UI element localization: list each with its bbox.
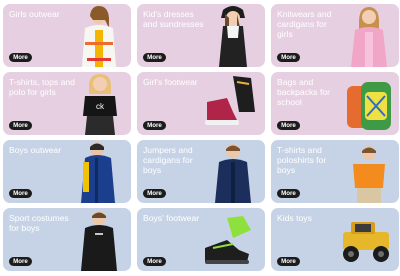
category-title: Sport costumes for boys [9, 213, 69, 233]
category-title: Girls outwear [9, 9, 60, 19]
more-button[interactable]: More [277, 189, 300, 198]
category-card-knitwear-girls[interactable]: Knitwears and cardigans for girls More [271, 4, 399, 67]
more-button[interactable]: More [277, 121, 300, 130]
svg-text:ck: ck [96, 102, 105, 111]
category-card-sport-costumes[interactable]: Sport costumes for boys More [3, 208, 131, 271]
category-title: Boys outwear [9, 145, 62, 155]
category-title: T-shirts and poloshirts for boys [277, 145, 327, 175]
category-title: Boys' footwear [143, 213, 200, 223]
more-button[interactable]: More [143, 189, 166, 198]
more-button[interactable]: More [9, 257, 32, 266]
category-title: Girl's footwear [143, 77, 198, 87]
category-title: Jumpers and cardigans for boys [143, 145, 193, 175]
category-card-tshirts-girls[interactable]: T-shirts, tops and polo for girls More c… [3, 72, 131, 135]
more-button[interactable]: More [143, 53, 166, 62]
category-title: Knitwears and cardigans for girls [277, 9, 332, 39]
category-title: T-shirts, tops and polo for girls [9, 77, 75, 97]
more-button[interactable]: More [9, 53, 32, 62]
category-title: Kid's dresses and sundresses [143, 9, 204, 29]
more-button[interactable]: More [9, 189, 32, 198]
more-button[interactable]: More [277, 257, 300, 266]
category-card-girls-footwear[interactable]: Girl's footwear More [137, 72, 265, 135]
category-card-boys-footwear[interactable]: Boys' footwear More [137, 208, 265, 271]
more-button[interactable]: More [143, 257, 166, 266]
category-card-jumpers-boys[interactable]: Jumpers and cardigans for boys More [137, 140, 265, 203]
category-card-boys-outwear[interactable]: Boys outwear More [3, 140, 131, 203]
category-card-kids-dresses[interactable]: Kid's dresses and sundresses More [137, 4, 265, 67]
more-button[interactable]: More [9, 121, 32, 130]
category-card-girls-outwear[interactable]: Girls outwear More [3, 4, 131, 67]
more-button[interactable]: More [277, 53, 300, 62]
category-title: Bags and backpacks for school [277, 77, 331, 107]
more-button[interactable]: More [143, 121, 166, 130]
category-card-bags-backpacks[interactable]: Bags and backpacks for school More [271, 72, 399, 135]
category-grid: Girls outwear More Kid's dresses and sun… [0, 0, 400, 276]
category-title: Kids toys [277, 213, 312, 223]
category-card-kids-toys[interactable]: Kids toys More [271, 208, 399, 271]
category-card-tshirts-boys[interactable]: T-shirts and poloshirts for boys More [271, 140, 399, 203]
